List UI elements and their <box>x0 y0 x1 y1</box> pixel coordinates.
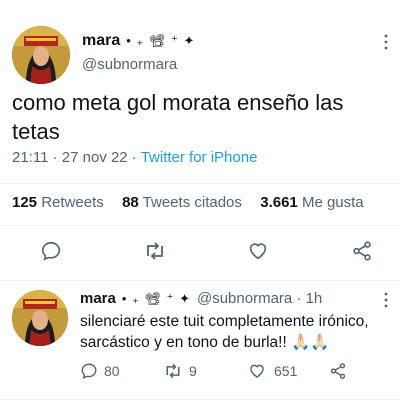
reply-retweet-button[interactable]: 9 <box>163 362 197 380</box>
like-count: 651 <box>274 363 298 379</box>
like-icon[interactable] <box>247 240 269 262</box>
reply-icon[interactable] <box>40 240 62 262</box>
reply-reply-button[interactable]: 80 <box>80 362 120 380</box>
reply-text: silenciaré este tuit completamente iróni… <box>80 313 369 351</box>
reply-name-decoration: • ₊ 📽 ⁺ ✦ <box>121 290 191 306</box>
reply-share-icon[interactable] <box>329 362 347 380</box>
tweet-stats: 125 Retweets 88 Tweets citados 3.661 Me … <box>12 194 364 211</box>
retweet-icon <box>163 362 183 380</box>
divider <box>0 225 400 226</box>
name-decoration: • ₊ 📽 ⁺ ✦ <box>126 33 196 48</box>
reply-display-name[interactable]: mara <box>80 290 116 307</box>
likes-stat[interactable]: 3.661 Me gusta <box>260 194 363 211</box>
divider <box>0 183 400 184</box>
retweets-count: 125 <box>12 194 38 211</box>
like-icon <box>248 362 266 380</box>
display-name[interactable]: mara <box>82 32 120 50</box>
source-link[interactable]: Twitter for iPhone <box>141 149 258 166</box>
quotes-count: 88 <box>122 194 139 211</box>
reply-more-options-icon[interactable] <box>383 292 389 308</box>
timestamp[interactable]: 21:11 · 27 nov 22 · <box>12 149 141 166</box>
reply-like-button[interactable]: 651 <box>248 362 297 380</box>
reply-count: 80 <box>104 363 120 379</box>
reply-handle-time[interactable]: @subnormara · 1h <box>197 290 322 307</box>
share-icon[interactable] <box>351 240 373 262</box>
avatar[interactable] <box>12 26 70 84</box>
likes-label: Me gusta <box>301 194 364 211</box>
retweets-label: Retweets <box>41 194 104 211</box>
quotes-label: Tweets citados <box>142 194 242 211</box>
reply-icon <box>80 362 98 380</box>
handle[interactable]: @subnormara <box>82 56 177 73</box>
divider <box>0 399 400 400</box>
divider <box>0 280 400 281</box>
retweet-count: 9 <box>189 363 197 379</box>
quotes-stat[interactable]: 88 Tweets citados <box>122 194 242 211</box>
tweet-text: como meta gol morata enseño las tetas <box>12 90 344 144</box>
retweets-stat[interactable]: 125 Retweets <box>12 194 104 211</box>
avatar[interactable] <box>12 290 68 346</box>
more-options-icon[interactable] <box>383 34 389 50</box>
likes-count: 3.661 <box>260 194 298 211</box>
retweet-icon[interactable] <box>143 240 167 262</box>
